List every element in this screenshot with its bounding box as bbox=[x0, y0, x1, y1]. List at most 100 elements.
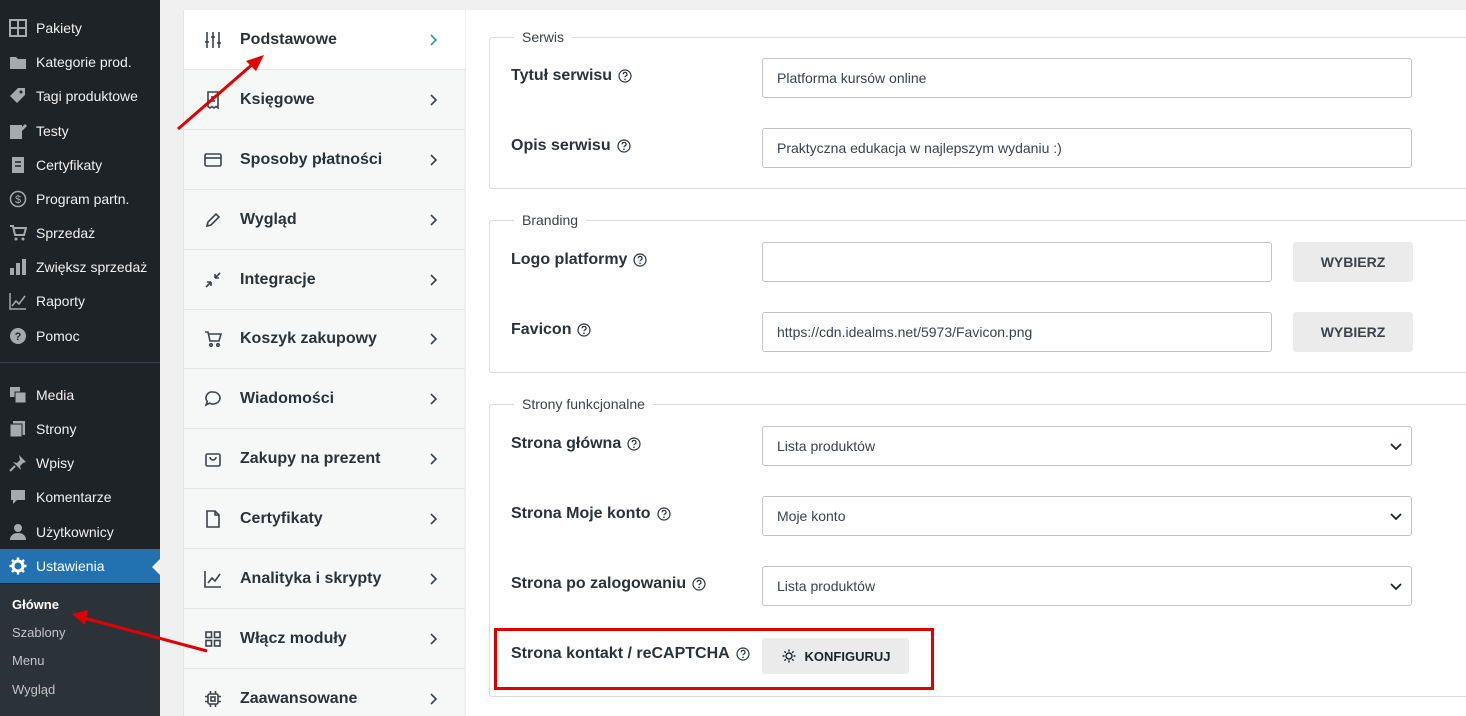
nav-item-label: Certyfikaty bbox=[240, 509, 323, 527]
wp-menu-uzytkownicy[interactable]: Użytkownicy bbox=[0, 515, 160, 549]
help-circle-icon[interactable] bbox=[656, 507, 671, 521]
label-text: Strona po zalogowaniu bbox=[511, 575, 687, 592]
nav-item-zakupy-prezent[interactable]: Zakupy na prezent bbox=[184, 429, 465, 489]
wp-menu-label: Raporty bbox=[36, 293, 86, 309]
wp-menu-program[interactable]: $ Program partn. bbox=[0, 182, 160, 216]
label-text: Strona główna bbox=[511, 435, 622, 452]
wp-menu-label: Tagi produktowe bbox=[36, 88, 138, 104]
svg-text:$: $ bbox=[15, 194, 21, 206]
chevron-right-icon bbox=[430, 393, 438, 405]
nav-item-label: Integracje bbox=[240, 270, 316, 288]
file-icon bbox=[204, 509, 222, 528]
home-page-select[interactable]: Lista produktów bbox=[762, 426, 1412, 466]
cart-icon bbox=[204, 330, 222, 348]
nav-item-ksiegowe[interactable]: Księgowe bbox=[184, 70, 465, 130]
chevron-down-icon bbox=[1390, 583, 1402, 591]
chart-icon bbox=[204, 570, 222, 588]
wp-admin-sidebar: Pakiety Kategorie prod. Tagi produktowe … bbox=[0, 0, 160, 716]
document-icon bbox=[8, 155, 28, 175]
help-circle-icon[interactable] bbox=[692, 577, 706, 591]
label-text: Opis serwisu bbox=[511, 137, 611, 154]
wp-menu-komentarze[interactable]: Komentarze bbox=[0, 480, 160, 514]
favicon-label: Favicon bbox=[511, 321, 592, 339]
nav-item-wyglad[interactable]: Wygląd bbox=[184, 190, 465, 250]
message-icon bbox=[204, 390, 222, 408]
edit-icon bbox=[8, 121, 28, 141]
label-text: Logo platformy bbox=[511, 251, 628, 268]
wp-menu-testy[interactable]: Testy bbox=[0, 114, 160, 148]
nav-item-label: Zakupy na prezent bbox=[240, 449, 381, 467]
nav-item-integracje[interactable]: Integracje bbox=[184, 250, 465, 310]
chevron-right-icon bbox=[430, 513, 438, 525]
site-description-label: Opis serwisu bbox=[511, 137, 631, 155]
wp-menu-label: Zwiększ sprzedaż bbox=[36, 259, 148, 275]
wp-menu-media[interactable]: Media bbox=[0, 378, 160, 412]
wp-menu-label: Kategorie prod. bbox=[36, 54, 132, 70]
wp-submenu-szablony[interactable]: Szablony bbox=[12, 625, 65, 640]
account-page-select[interactable]: Moje konto bbox=[762, 496, 1412, 536]
help-circle-icon[interactable] bbox=[633, 253, 648, 267]
nav-item-wlacz-moduly[interactable]: Włącz moduły bbox=[184, 609, 465, 669]
wp-menu-label: Program partn. bbox=[36, 191, 130, 207]
select-value: Lista produktów bbox=[777, 438, 876, 454]
user-icon bbox=[8, 522, 28, 542]
wp-menu-sprzedaz[interactable]: Sprzedaż bbox=[0, 216, 160, 250]
site-description-input[interactable]: Praktyczna edukacja w najlepszym wydaniu… bbox=[762, 128, 1412, 168]
settings-main-panel: Serwis Tytuł serwisu Platforma kursów on… bbox=[466, 10, 1466, 716]
nav-item-certyfikaty[interactable]: Certyfikaty bbox=[184, 489, 465, 549]
wp-menu-raporty[interactable]: Raporty bbox=[0, 284, 160, 318]
nav-item-label: Koszyk zakupowy bbox=[240, 329, 377, 347]
nav-item-label: Podstawowe bbox=[240, 30, 337, 48]
logo-input[interactable] bbox=[762, 242, 1272, 282]
dollar-icon: $ bbox=[8, 189, 28, 209]
nav-item-koszyk[interactable]: Koszyk zakupowy bbox=[184, 309, 465, 369]
nav-item-wiadomosci[interactable]: Wiadomości bbox=[184, 369, 465, 429]
nav-item-zaawansowane[interactable]: Zaawansowane bbox=[184, 669, 465, 716]
fieldset-legend: Branding bbox=[514, 212, 587, 228]
wp-submenu-glowne[interactable]: Główne bbox=[12, 597, 59, 612]
wp-submenu-wyglad[interactable]: Wygląd bbox=[12, 682, 55, 697]
help-circle-icon[interactable] bbox=[616, 139, 631, 153]
wp-menu-tagi[interactable]: Tagi produktowe bbox=[0, 79, 160, 113]
label-text: Tytuł serwisu bbox=[511, 67, 613, 84]
wp-menu-strony[interactable]: Strony bbox=[0, 412, 160, 446]
help-circle-icon[interactable] bbox=[627, 437, 641, 451]
wp-menu-label: Ustawienia bbox=[36, 558, 105, 574]
cpu-icon bbox=[204, 690, 222, 708]
wp-menu-label: Wpisy bbox=[36, 455, 75, 471]
wp-menu-pakiety[interactable]: Pakiety bbox=[0, 11, 160, 45]
wp-menu-zwieksz[interactable]: Zwiększ sprzedaż bbox=[0, 250, 160, 284]
wp-submenu-menu[interactable]: Menu bbox=[12, 653, 45, 668]
help-circle-icon[interactable] bbox=[618, 69, 632, 83]
nav-item-label: Księgowe bbox=[240, 90, 315, 108]
settings-nav: Podstawowe Księgowe Sposoby płatności Wy… bbox=[183, 10, 465, 716]
wp-menu-label: Strony bbox=[36, 421, 77, 437]
label-text: Strona Moje konto bbox=[511, 505, 651, 522]
wp-menu-ustawienia[interactable]: Ustawienia bbox=[0, 549, 160, 583]
help-circle-icon[interactable] bbox=[577, 323, 592, 337]
wp-menu-pomoc[interactable]: ? Pomoc bbox=[0, 319, 160, 353]
wp-menu-label: Użytkownicy bbox=[36, 524, 114, 540]
wp-menu-label: Testy bbox=[36, 123, 69, 139]
after-login-page-select[interactable]: Lista produktów bbox=[762, 566, 1412, 606]
nav-item-sposoby-platnosci[interactable]: Sposoby płatności bbox=[184, 130, 465, 190]
compress-icon bbox=[204, 271, 222, 289]
nav-item-label: Sposoby płatności bbox=[240, 150, 383, 168]
wp-menu-label: Media bbox=[36, 387, 75, 403]
site-title-label: Tytuł serwisu bbox=[511, 67, 632, 85]
nav-item-podstawowe[interactable]: Podstawowe bbox=[184, 10, 465, 70]
site-title-input[interactable]: Platforma kursów online bbox=[762, 58, 1412, 98]
choose-logo-button[interactable]: WYBIERZ bbox=[1293, 242, 1413, 282]
wp-menu-wpisy[interactable]: Wpisy bbox=[0, 446, 160, 480]
media-icon bbox=[8, 385, 28, 405]
favicon-input[interactable]: https://cdn.idealms.net/5973/Favicon.png bbox=[762, 312, 1272, 352]
wp-menu-kategorie[interactable]: Kategorie prod. bbox=[0, 45, 160, 79]
wp-menu-label: Certyfikaty bbox=[36, 157, 103, 173]
choose-favicon-button[interactable]: WYBIERZ bbox=[1293, 312, 1413, 352]
wp-menu-certyfikaty[interactable]: Certyfikaty bbox=[0, 148, 160, 182]
svg-text:?: ? bbox=[15, 331, 22, 343]
wp-menu-separator bbox=[0, 362, 160, 363]
chevron-right-icon bbox=[430, 333, 438, 345]
after-login-page-label: Strona po zalogowaniu bbox=[511, 575, 706, 593]
nav-item-analityka[interactable]: Analityka i skrypty bbox=[184, 549, 465, 609]
